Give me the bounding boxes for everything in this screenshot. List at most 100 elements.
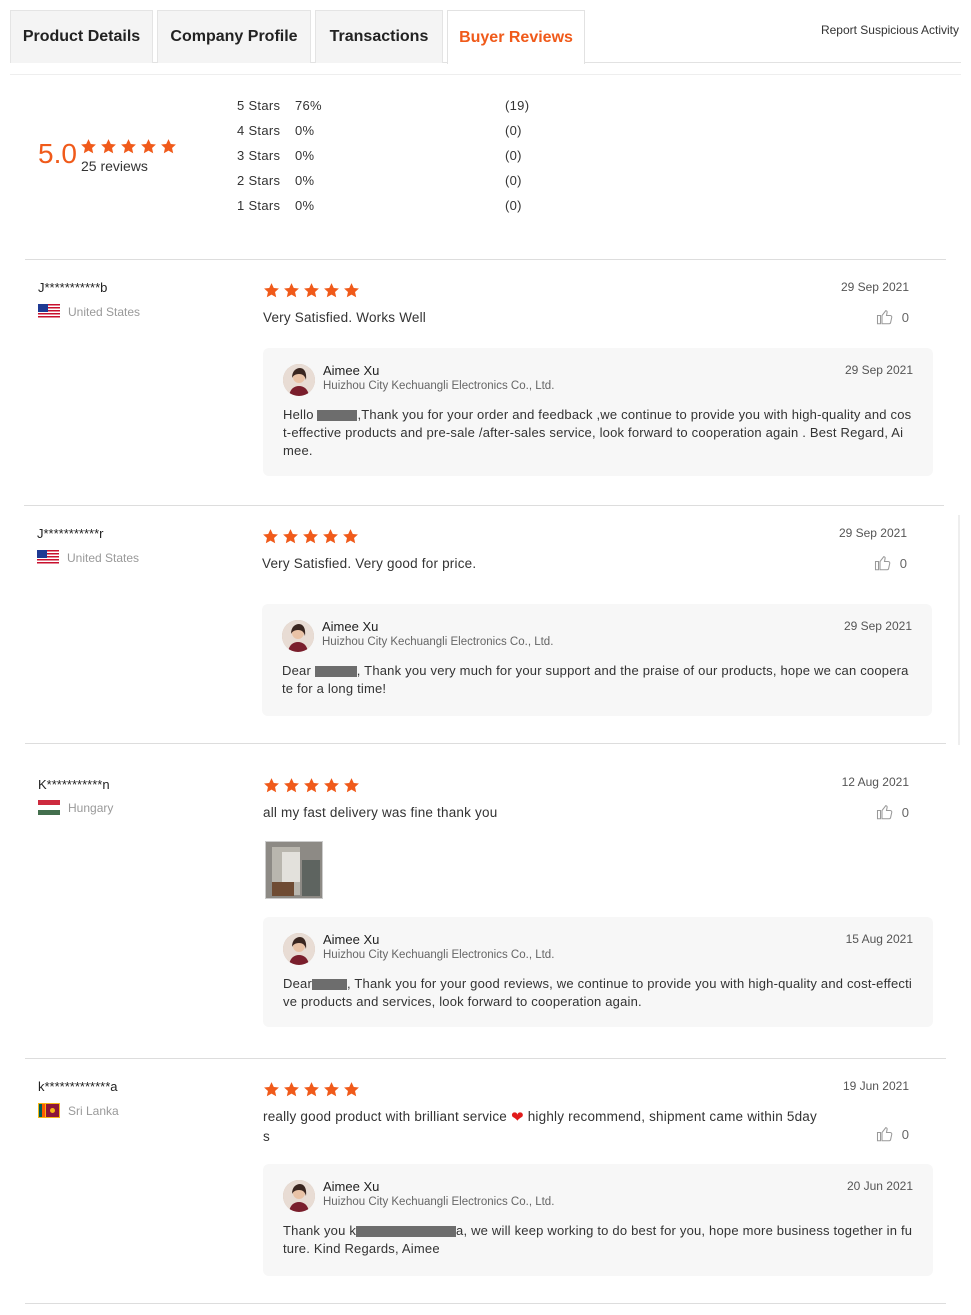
review-stars <box>263 777 360 794</box>
seller-reply: Aimee Xu Huizhou City Kechuangli Electro… <box>263 348 933 476</box>
helpful-button[interactable]: 0 <box>876 803 909 821</box>
review-count: 25 reviews <box>81 158 148 174</box>
star-icon <box>323 777 340 794</box>
tab-label: Product Details <box>22 28 141 45</box>
reviewer-name: K***********n <box>38 777 110 792</box>
reviewer-country: Sri Lanka <box>38 1103 119 1118</box>
seller-avatar <box>283 1180 315 1212</box>
star-icon <box>80 138 97 155</box>
seller-name: Aimee Xu <box>322 619 379 634</box>
star-level: 2 Stars <box>237 173 281 188</box>
reviewer-country: Hungary <box>38 800 113 815</box>
seller-company: Huizhou City Kechuangli Electronics Co.,… <box>323 1196 555 1208</box>
like-count: 0 <box>901 1126 909 1142</box>
tab-product-details[interactable]: Product Details <box>10 10 153 63</box>
us-flag-icon <box>37 550 59 565</box>
review-stars <box>262 528 359 545</box>
reply-date: 20 Jun 2021 <box>846 1179 913 1193</box>
star-count: (0) <box>505 123 522 138</box>
seller-reply: Aimee Xu Huizhou City Kechuangli Electro… <box>262 604 932 716</box>
scroll-edge <box>958 515 960 745</box>
average-score: 5.0 <box>38 138 77 169</box>
star-icon <box>283 1081 300 1098</box>
review-date: 19 Jun 2021 <box>842 1079 909 1093</box>
heart-icon: ❤ <box>510 1109 524 1126</box>
reviewer-country: United States <box>37 550 139 565</box>
seller-company: Huizhou City Kechuangli Electronics Co.,… <box>322 636 554 648</box>
review-item: J***********r United States 29 Sep 2021 … <box>24 505 944 743</box>
star-count: (0) <box>505 148 522 163</box>
seller-avatar <box>283 933 315 965</box>
divider <box>10 74 961 75</box>
star-icon <box>262 528 279 545</box>
star-icon <box>303 282 320 299</box>
like-count: 0 <box>901 804 909 820</box>
tab-label: Company Profile <box>170 28 298 45</box>
reviewer-name: J***********r <box>37 526 104 541</box>
tab-transactions[interactable]: Transactions <box>315 10 443 63</box>
like-count: 0 <box>901 309 909 325</box>
star-icon <box>160 138 177 155</box>
star-icon <box>343 777 360 794</box>
reply-text-start: Dear <box>282 663 315 678</box>
reply-text: Thank you k a, we will keep working to do… <box>283 1222 913 1258</box>
reviewer-name: J***********b <box>38 280 108 295</box>
helpful-button[interactable]: 0 <box>876 1125 909 1143</box>
tab-label: Transactions <box>329 28 429 45</box>
review-text: really good product with brilliant servi… <box>263 1107 823 1146</box>
star-icon <box>282 528 299 545</box>
helpful-button[interactable]: 0 <box>874 554 907 572</box>
review-photo[interactable] <box>265 841 323 899</box>
thumbs-up-icon <box>876 1125 894 1143</box>
country-name: United States <box>67 550 140 565</box>
star-percent: 0% <box>295 173 315 188</box>
redacted-name <box>314 666 357 678</box>
star-icon <box>343 1081 360 1098</box>
review-text: Very Satisfied. Works Well <box>263 310 427 325</box>
redacted-name <box>356 1226 457 1238</box>
redacted-name <box>317 410 358 422</box>
review-stars <box>263 1081 360 1098</box>
star-icon <box>343 282 360 299</box>
star-level: 5 Stars <box>237 98 281 113</box>
hungary-flag-icon <box>38 800 60 815</box>
country-name: Sri Lanka <box>68 1103 119 1118</box>
tab-buyer-reviews[interactable]: Buyer Reviews <box>447 10 585 64</box>
reply-date: 29 Sep 2021 <box>844 363 913 377</box>
seller-avatar <box>283 364 315 396</box>
star-percent: 0% <box>295 123 315 138</box>
review-text: Very Satisfied. Very good for price. <box>262 556 477 571</box>
review-text-start: really good product with brilliant servi… <box>263 1109 511 1124</box>
star-icon <box>322 528 339 545</box>
review-date: 12 Aug 2021 <box>841 775 909 789</box>
review-item: J***********b United States 29 Sep 2021 … <box>25 259 946 504</box>
country-name: Hungary <box>68 800 114 815</box>
star-icon <box>302 528 319 545</box>
reply-text-start: Hello <box>283 407 318 422</box>
thumbs-up-icon <box>876 803 894 821</box>
helpful-button[interactable]: 0 <box>876 308 909 326</box>
reply-text: Dear, Thank you for your good reviews, w… <box>283 975 913 1011</box>
thumbs-up-icon <box>874 554 892 572</box>
star-count: (0) <box>505 198 522 213</box>
like-count: 0 <box>899 555 907 571</box>
tab-company-profile[interactable]: Company Profile <box>157 10 311 63</box>
reply-text-rest: , Thank you very much for your support a… <box>282 663 909 696</box>
reply-date: 15 Aug 2021 <box>845 932 913 946</box>
reply-text: Dear , Thank you very much for your supp… <box>282 662 912 698</box>
seller-company: Huizhou City Kechuangli Electronics Co.,… <box>323 380 555 392</box>
reply-text: Hello ,Thank you for your order and feed… <box>283 406 913 460</box>
reviewer-country: United States <box>38 304 140 319</box>
report-suspicious-activity-link[interactable]: Report Suspicious Activity <box>821 23 959 37</box>
country-name: United States <box>68 304 141 319</box>
reply-text-rest: , Thank you for your good reviews, we co… <box>283 976 913 1009</box>
reply-text-rest: ,Thank you for your order and feedback ,… <box>283 407 912 458</box>
star-icon <box>100 138 117 155</box>
seller-avatar <box>282 620 314 652</box>
star-icon <box>303 1081 320 1098</box>
review-item: k*************a Sri Lanka 19 Jun 2021 re… <box>25 1058 946 1304</box>
star-icon <box>323 1081 340 1098</box>
thumbs-up-icon <box>876 308 894 326</box>
reply-text-start: Thank you k <box>283 1223 357 1238</box>
seller-name: Aimee Xu <box>323 363 380 378</box>
